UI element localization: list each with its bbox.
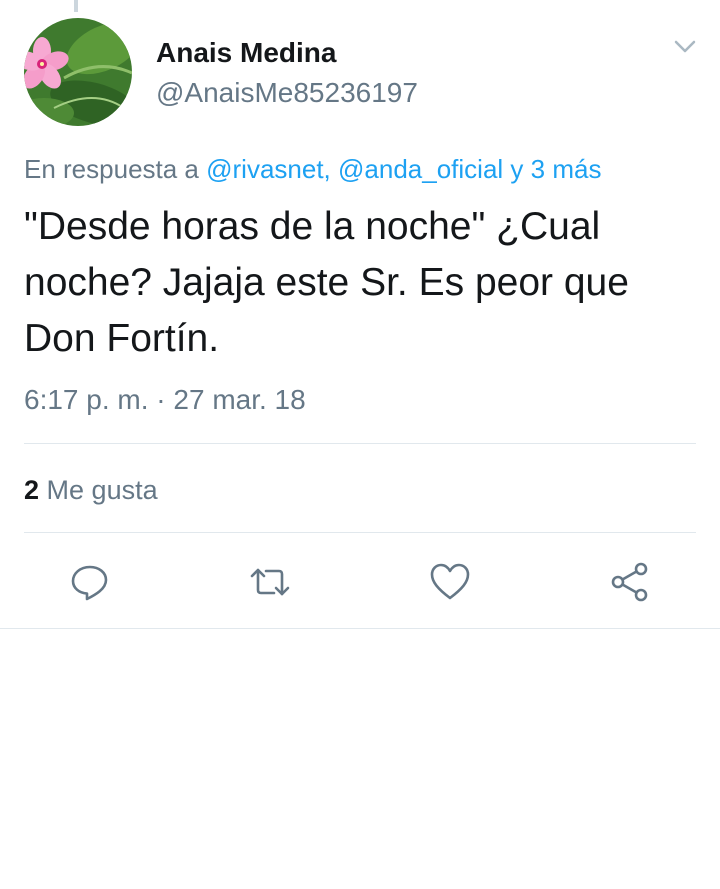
reply-button[interactable] — [68, 560, 112, 604]
more-mentions-link[interactable]: y 3 más — [510, 154, 601, 184]
likes-count: 2 — [24, 475, 40, 505]
avatar[interactable] — [24, 18, 132, 126]
mention-link-rivasnet[interactable]: @rivasnet, — [206, 154, 331, 184]
likes-summary[interactable]: 2 Me gusta — [24, 472, 158, 508]
share-icon — [611, 562, 648, 602]
tweet-text: "Desde horas de la noche" ¿Cual noche? J… — [24, 205, 629, 360]
tweet-timestamp[interactable]: 6:17 p. m. · 27 mar. 18 — [24, 382, 306, 418]
like-button[interactable] — [428, 560, 472, 604]
divider — [0, 628, 720, 629]
share-button[interactable] — [608, 560, 652, 604]
retweet-icon — [250, 568, 290, 596]
divider — [24, 443, 696, 444]
heart-icon — [430, 563, 470, 600]
divider — [24, 532, 696, 533]
reply-context: En respuesta a @rivasnet, @anda_oficial … — [24, 152, 601, 186]
likes-label: Me gusta — [46, 475, 158, 505]
mention-link-anda-oficial[interactable]: @anda_oficial — [338, 154, 503, 184]
reply-icon — [71, 565, 108, 601]
chevron-down-icon[interactable] — [670, 34, 700, 60]
author-display-name[interactable]: Anais Medina — [156, 36, 336, 70]
reply-context-prefix: En respuesta a — [24, 154, 199, 184]
author-handle[interactable]: @AnaisMe85236197 — [156, 76, 418, 110]
retweet-button[interactable] — [248, 560, 292, 604]
thread-connector-line — [74, 0, 78, 12]
